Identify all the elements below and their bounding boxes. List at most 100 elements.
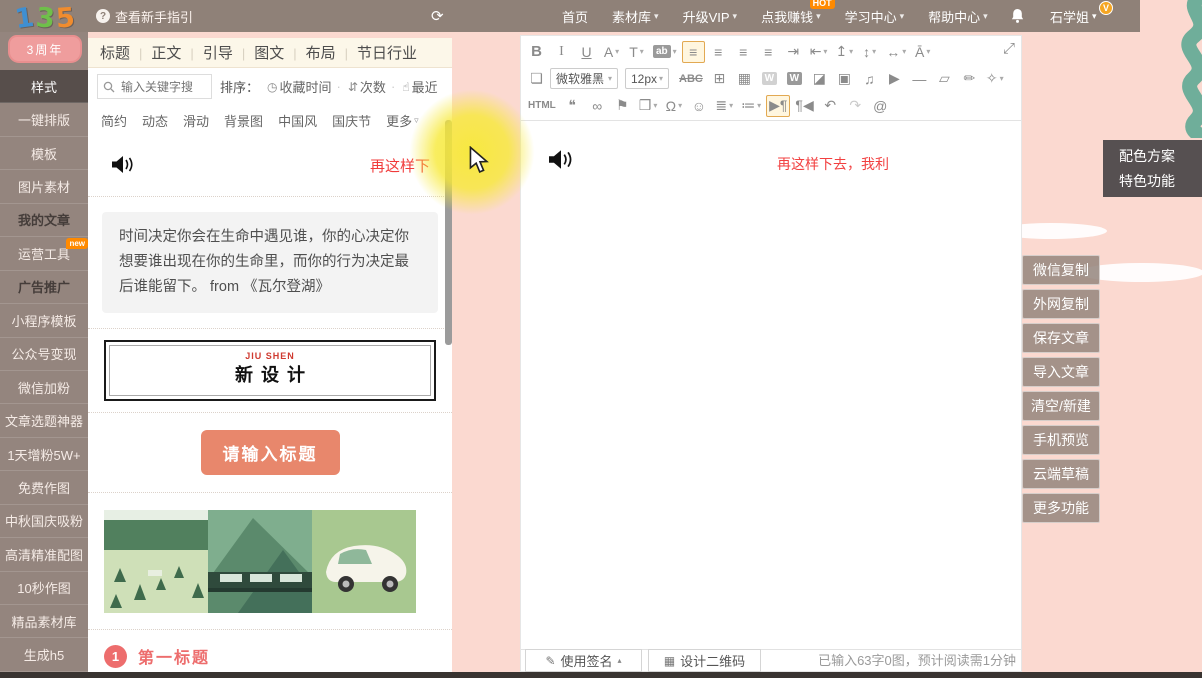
nav-help-center[interactable]: 帮助中心 ▾ xyxy=(928,7,988,26)
undo-button[interactable]: ↶ xyxy=(819,95,842,117)
template-button[interactable]: ❒▾ xyxy=(636,95,661,117)
sidebar-item-account-monetization[interactable]: 公众号变现 xyxy=(0,338,88,371)
rtl-paragraph-button[interactable]: ¶◀ xyxy=(792,95,816,117)
editor-content-area[interactable]: 再这样下去，我利 xyxy=(521,121,1021,649)
sort-by-recent[interactable]: ☝最近 xyxy=(386,77,438,96)
text-transform-button[interactable]: Ā▾ xyxy=(911,41,934,63)
audio-item-text[interactable]: 再这样下 xyxy=(370,155,430,176)
import-article-button[interactable]: 导入文章 xyxy=(1022,357,1100,387)
new-document-button[interactable]: ❏ xyxy=(525,68,548,90)
cloud-draft-button[interactable]: 云端草稿 xyxy=(1022,459,1100,489)
app-logo[interactable]: 135 3周年 xyxy=(6,2,84,68)
nav-upgrade-vip[interactable]: 升级VIP ▾ xyxy=(683,7,738,26)
underline-button[interactable]: U xyxy=(575,41,598,63)
font-color-button[interactable]: A▾ xyxy=(600,41,623,63)
notification-bell-icon[interactable] xyxy=(1010,8,1025,24)
search-input[interactable] xyxy=(119,79,201,95)
sidebar-item-ad-promotion[interactable]: 广告推广 xyxy=(0,271,88,304)
format-brush-button[interactable]: ✏ xyxy=(958,68,981,90)
title-placeholder-button[interactable]: 请输入标题 xyxy=(201,430,340,475)
filter-more[interactable]: 更多 ▿ xyxy=(386,111,419,130)
magic-wand-button[interactable]: ✧▾ xyxy=(983,68,1007,90)
link-button[interactable]: ∞ xyxy=(586,95,609,117)
style-item-numbered-title[interactable]: 1 第一标题 xyxy=(88,630,452,678)
outdent-button[interactable]: ⇤▾ xyxy=(807,41,831,63)
tab-image-text[interactable]: 图文 xyxy=(233,42,284,63)
sidebar-item-image-assets[interactable]: 图片素材 xyxy=(0,170,88,203)
align-left-button[interactable]: ≡ xyxy=(682,41,705,63)
sidebar-item-free-design[interactable]: 免费作图 xyxy=(0,471,88,504)
fullscreen-icon[interactable]: ⤢ xyxy=(1003,40,1015,57)
special-features-item[interactable]: 特色功能 xyxy=(1119,171,1202,191)
font-size-select[interactable]: 12px▾ xyxy=(625,68,669,89)
style-item-quote[interactable]: 时间决定你会在生命中遇见谁，你的心决定你想要谁出现在你的生命里，而你的行为决定最… xyxy=(88,197,452,329)
tab-layout[interactable]: 布局 xyxy=(284,42,335,63)
sidebar-item-operation-tools[interactable]: 运营工具 new xyxy=(0,237,88,270)
sidebar-item-my-articles[interactable]: 我的文章 xyxy=(0,204,88,237)
nav-material-library[interactable]: 素材库 ▾ xyxy=(612,7,659,26)
tab-guide[interactable]: 引导 xyxy=(181,42,232,63)
sidebar-item-one-click-layout[interactable]: 一键排版 xyxy=(0,103,88,136)
html-source-button[interactable]: HTML xyxy=(525,95,559,117)
newbie-guide-link[interactable]: ? 查看新手指引 xyxy=(96,0,193,32)
tab-title[interactable]: 标题 xyxy=(100,42,130,63)
sidebar-item-styles[interactable]: 样式 xyxy=(0,70,88,103)
nav-learning-center[interactable]: 学习中心 ▾ xyxy=(845,7,905,26)
sidebar-item-generate-h5[interactable]: 生成h5 xyxy=(0,638,88,671)
use-signature-button[interactable]: ✎ 使用签名 ▴ xyxy=(525,649,642,672)
save-article-button[interactable]: 保存文章 xyxy=(1022,323,1100,353)
filter-animated[interactable]: 动态 xyxy=(142,111,168,130)
filter-sliding[interactable]: 滑动 xyxy=(183,111,209,130)
font-family-select[interactable]: 微软雅黑▾ xyxy=(550,68,618,89)
image-button[interactable]: ◪ xyxy=(808,68,831,90)
mobile-preview-button[interactable]: 手机预览 xyxy=(1022,425,1100,455)
style-item-frame[interactable]: JIU SHEN 新设计 xyxy=(88,329,452,413)
align-center-button[interactable]: ≡ xyxy=(707,41,730,63)
sidebar-item-wechat-followers[interactable]: 微信加粉 xyxy=(0,371,88,404)
ltr-paragraph-button[interactable]: ▶¶ xyxy=(766,95,790,117)
user-menu[interactable]: 石学姐 ▾ xyxy=(1050,0,1097,32)
line-height-button[interactable]: ↕▾ xyxy=(858,41,881,63)
filter-minimal[interactable]: 简约 xyxy=(101,111,127,130)
sort-by-favorite-time[interactable]: ◷收藏时间 xyxy=(267,77,332,96)
tab-body[interactable]: 正文 xyxy=(130,42,181,63)
style-item-images[interactable] xyxy=(88,493,452,630)
redo-button[interactable]: ↷ xyxy=(844,95,867,117)
editor-text[interactable]: 再这样下去，我利 xyxy=(777,154,889,174)
filter-national-day[interactable]: 国庆节 xyxy=(332,111,371,130)
color-scheme-item[interactable]: 配色方案 xyxy=(1119,146,1202,166)
style-item-audio[interactable]: 再这样下 xyxy=(88,135,452,197)
anchor-button[interactable]: ⚑ xyxy=(611,95,634,117)
speaker-icon[interactable] xyxy=(549,149,573,170)
thumbnail-forest[interactable] xyxy=(104,510,208,613)
letter-spacing-button[interactable]: ↔▾ xyxy=(883,41,909,63)
sidebar-item-templates[interactable]: 模板 xyxy=(0,137,88,170)
sidebar-item-festival-fans[interactable]: 中秋国庆吸粉 xyxy=(0,505,88,538)
music-button[interactable]: ♫ xyxy=(858,68,881,90)
blockquote-button[interactable]: ❝ xyxy=(561,95,584,117)
style-item-title-button[interactable]: 请输入标题 xyxy=(88,413,452,493)
filter-chinese-style[interactable]: 中国风 xyxy=(278,111,317,130)
special-char-button[interactable]: Ω▾ xyxy=(662,95,685,117)
horizontal-rule-button[interactable]: — xyxy=(908,68,931,90)
bold-button[interactable]: B xyxy=(525,41,548,63)
align-justify-button[interactable]: ≡ xyxy=(757,41,780,63)
text-style-button[interactable]: T▾ xyxy=(625,41,648,63)
filter-background[interactable]: 背景图 xyxy=(224,111,263,130)
video-button[interactable]: ▶ xyxy=(883,68,906,90)
strikethrough-button[interactable]: ABC xyxy=(676,68,706,90)
word-import-button[interactable]: W xyxy=(783,68,806,90)
sidebar-item-premium-assets[interactable]: 精品素材库 xyxy=(0,605,88,638)
sidebar-item-grow-fans[interactable]: 1天增粉5W+ xyxy=(0,438,88,471)
tab-festival-industry[interactable]: 节日行业 xyxy=(336,42,417,63)
emoticon-button[interactable]: ☺ xyxy=(687,95,710,117)
ordered-list-button[interactable]: ≣▾ xyxy=(712,95,736,117)
design-qrcode-button[interactable]: ▦ 设计二维码 xyxy=(648,649,761,672)
table-button[interactable]: ⊞ xyxy=(708,68,731,90)
thumbnail-car[interactable] xyxy=(312,510,416,613)
eraser-button[interactable]: ▱ xyxy=(933,68,956,90)
mention-button[interactable]: @ xyxy=(869,95,892,117)
nav-home[interactable]: 首页 xyxy=(562,7,588,26)
sidebar-item-miniprogram-templates[interactable]: 小程序模板 xyxy=(0,304,88,337)
sidebar-item-topic-picker[interactable]: 文章选题神器 xyxy=(0,404,88,437)
